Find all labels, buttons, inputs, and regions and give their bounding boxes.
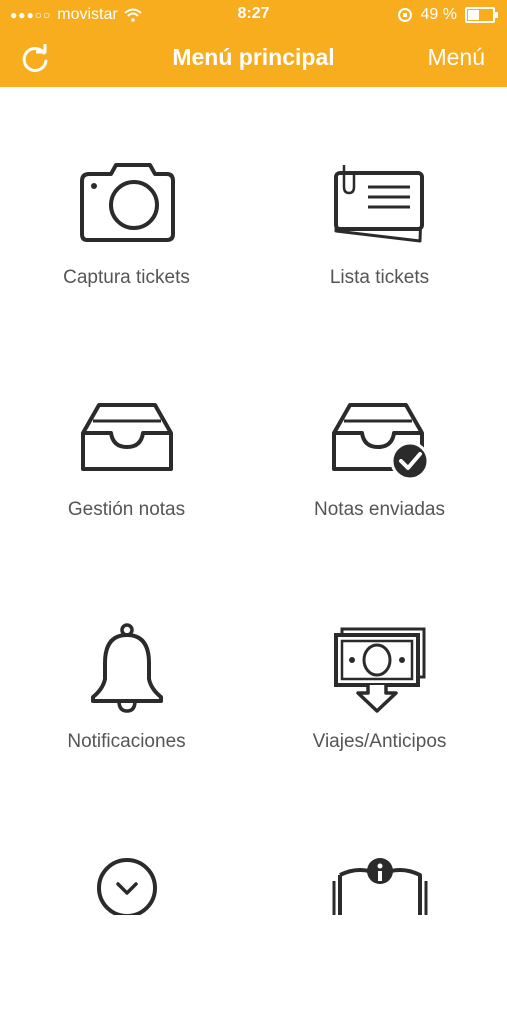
menu-item-label: Notificaciones [67, 731, 186, 752]
money-download-icon [333, 627, 425, 713]
app-header: ●●●○○ movistar 8:27 49 % Menú principal … [0, 0, 507, 87]
menu-item-notificaciones[interactable]: Notificaciones [0, 551, 253, 783]
ticket-list-icon [333, 165, 424, 243]
inbox-check-icon [331, 403, 429, 481]
info-book-icon [332, 858, 427, 915]
status-bar: ●●●○○ movistar 8:27 49 % [0, 0, 507, 30]
menu-item-label: Captura tickets [63, 267, 190, 288]
menu-item-gestion-notas[interactable]: Gestión notas [0, 319, 253, 551]
menu-item-lista-tickets[interactable]: Lista tickets [253, 87, 506, 319]
menu-item-label: Lista tickets [329, 267, 430, 288]
bell-icon [90, 623, 163, 713]
battery-percent: 49 % [420, 6, 457, 23]
menu-item-label: Notas enviadas [314, 499, 445, 520]
inbox-tray-icon [80, 403, 173, 471]
menu-item-row4-right[interactable] [253, 783, 506, 1015]
camera-icon [79, 163, 175, 242]
main-menu-grid: Captura tickets Lista tickets Gestión no… [0, 87, 507, 915]
menu-item-captura-tickets[interactable]: Captura tickets [0, 87, 253, 319]
battery-icon [465, 7, 498, 23]
menu-item-label: Viajes/Anticipos [312, 731, 447, 752]
menu-button[interactable]: Menú [427, 44, 485, 71]
menu-item-viajes-anticipos[interactable]: Viajes/Anticipos [253, 551, 506, 783]
menu-item-label: Gestión notas [67, 499, 186, 520]
menu-item-row4-left[interactable] [0, 783, 253, 1015]
orientation-lock-icon [397, 8, 412, 22]
chevron-circle-icon [96, 858, 157, 915]
navigation-bar: Menú principal Menú [0, 30, 507, 87]
menu-item-notas-enviadas[interactable]: Notas enviadas [253, 319, 506, 551]
